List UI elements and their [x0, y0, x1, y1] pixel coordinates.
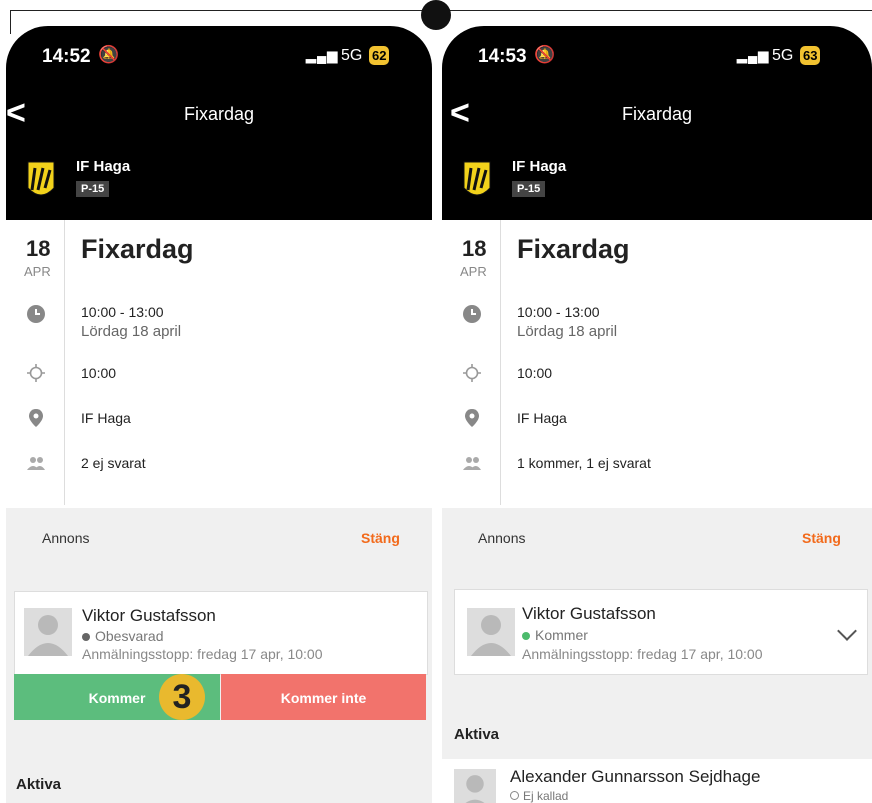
event-title: Fixardag [81, 234, 194, 264]
event-month: APR [460, 264, 487, 279]
event-title: Fixardag [517, 234, 630, 264]
attendance-summary[interactable]: 1 kommer, 1 ej svarat [517, 455, 651, 471]
event-day: 18 [26, 236, 51, 261]
nav-bar: < Fixardag [442, 88, 872, 142]
section-title-aktiva: Aktiva [454, 726, 500, 743]
close-annons-button[interactable]: Stäng [361, 530, 400, 546]
status-dot-icon [82, 633, 90, 642]
kommer-inte-button[interactable]: Kommer inte [221, 674, 426, 720]
clock-icon [27, 305, 45, 323]
phone-screen-after: 14:53 🔕 ▂▄▆ 5G 63 < Fixardag IF Haga P-1… [442, 26, 872, 803]
event-time-range: 10:00 - 13:00 [517, 304, 600, 320]
team-tag: P-15 [76, 181, 110, 197]
annons-label: Annons [478, 530, 526, 546]
status-bar: 14:52 🔕 ▂▄▆ 5G 62 [6, 26, 432, 88]
avatar [24, 608, 72, 656]
phone-screen-before: 14:52 🔕 ▂▄▆ 5G 62 < Fixardag IF Haga P-1… [6, 26, 432, 803]
avatar [467, 608, 515, 656]
event-date: Lördag 18 april [81, 323, 182, 340]
step-badge: 3 [159, 674, 205, 720]
status-ring-icon [510, 791, 519, 800]
member-name: Alexander Gunnarsson Sejdhage [510, 767, 761, 786]
team-tag: P-15 [512, 181, 546, 197]
player-status-text: Obesvarad [95, 628, 164, 644]
bell-muted-icon: 🔕 [534, 45, 556, 64]
player-name: Viktor Gustafsson [82, 606, 216, 625]
member-row[interactable]: Alexander Gunnarsson Sejdhage Ej kallad [442, 759, 872, 803]
status-dot-icon [522, 632, 530, 641]
event-details: 18 APR Fixardag 10:00 - 13:00 Lördag 18 … [6, 220, 432, 508]
event-date: Lördag 18 april [517, 323, 618, 340]
bell-muted-icon: 🔕 [98, 45, 120, 64]
player-name: Viktor Gustafsson [522, 604, 656, 623]
close-annons-button[interactable]: Stäng [802, 530, 841, 546]
event-month: APR [24, 264, 51, 279]
signal-icon: ▂▄▆ [306, 48, 339, 63]
people-icon [27, 457, 45, 470]
event-location[interactable]: IF Haga [81, 410, 131, 426]
crosshair-icon [27, 364, 45, 382]
registration-deadline: Anmälningsstopp: fredag 17 apr, 10:00 [82, 646, 323, 662]
gather-time: 10:00 [517, 365, 553, 381]
crosshair-icon [463, 364, 481, 382]
registration-deadline: Anmälningsstopp: fredag 17 apr, 10:00 [522, 646, 763, 662]
member-status: Ej kallad [510, 789, 568, 803]
clock: 14:53 [478, 46, 527, 67]
annons-label: Annons [42, 530, 90, 546]
avatar [454, 769, 496, 803]
player-card[interactable]: Viktor Gustafsson Kommer Anmälningsstopp… [454, 589, 868, 675]
status-bar: 14:53 🔕 ▂▄▆ 5G 63 [442, 26, 872, 88]
nav-title: Fixardag [621, 104, 693, 124]
location-pin-icon [29, 409, 43, 427]
team-name: IF Haga [512, 158, 567, 175]
member-status-text: Ej kallad [523, 789, 569, 803]
signal-icon: ▂▄▆ [737, 48, 770, 63]
nav-title: Fixardag [183, 104, 255, 124]
clock-icon [463, 305, 481, 323]
battery-level: 62 [369, 46, 390, 65]
player-status: Kommer [522, 627, 588, 643]
divider-vertical [64, 220, 65, 505]
battery-level: 63 [800, 46, 821, 65]
chevron-down-icon[interactable] [837, 621, 857, 641]
team-crest-icon [27, 161, 55, 196]
player-card[interactable]: Viktor Gustafsson Obesvarad Anmälningsst… [14, 591, 428, 675]
section-title-aktiva: Aktiva [16, 776, 62, 793]
event-details: 18 APR Fixardag 10:00 - 13:00 Lördag 18 … [442, 220, 872, 508]
nav-bar: < Fixardag [6, 88, 432, 142]
clock: 14:52 [42, 46, 91, 67]
location-pin-icon [465, 409, 479, 427]
attendance-summary[interactable]: 2 ej svarat [81, 455, 146, 471]
team-crest-icon [463, 161, 491, 196]
team-name: IF Haga [76, 158, 131, 175]
people-icon [463, 457, 481, 470]
gather-time: 10:00 [81, 365, 117, 381]
network-type: 5G [772, 47, 794, 64]
player-status: Obesvarad [82, 628, 163, 644]
event-day: 18 [462, 236, 487, 261]
player-status-text: Kommer [535, 627, 588, 643]
network-type: 5G [341, 47, 363, 64]
event-location[interactable]: IF Haga [517, 410, 567, 426]
team-header[interactable]: IF Haga P-15 [442, 142, 872, 220]
team-header[interactable]: IF Haga P-15 [6, 142, 432, 220]
event-time-range: 10:00 - 13:00 [81, 304, 164, 320]
divider-vertical [500, 220, 501, 505]
